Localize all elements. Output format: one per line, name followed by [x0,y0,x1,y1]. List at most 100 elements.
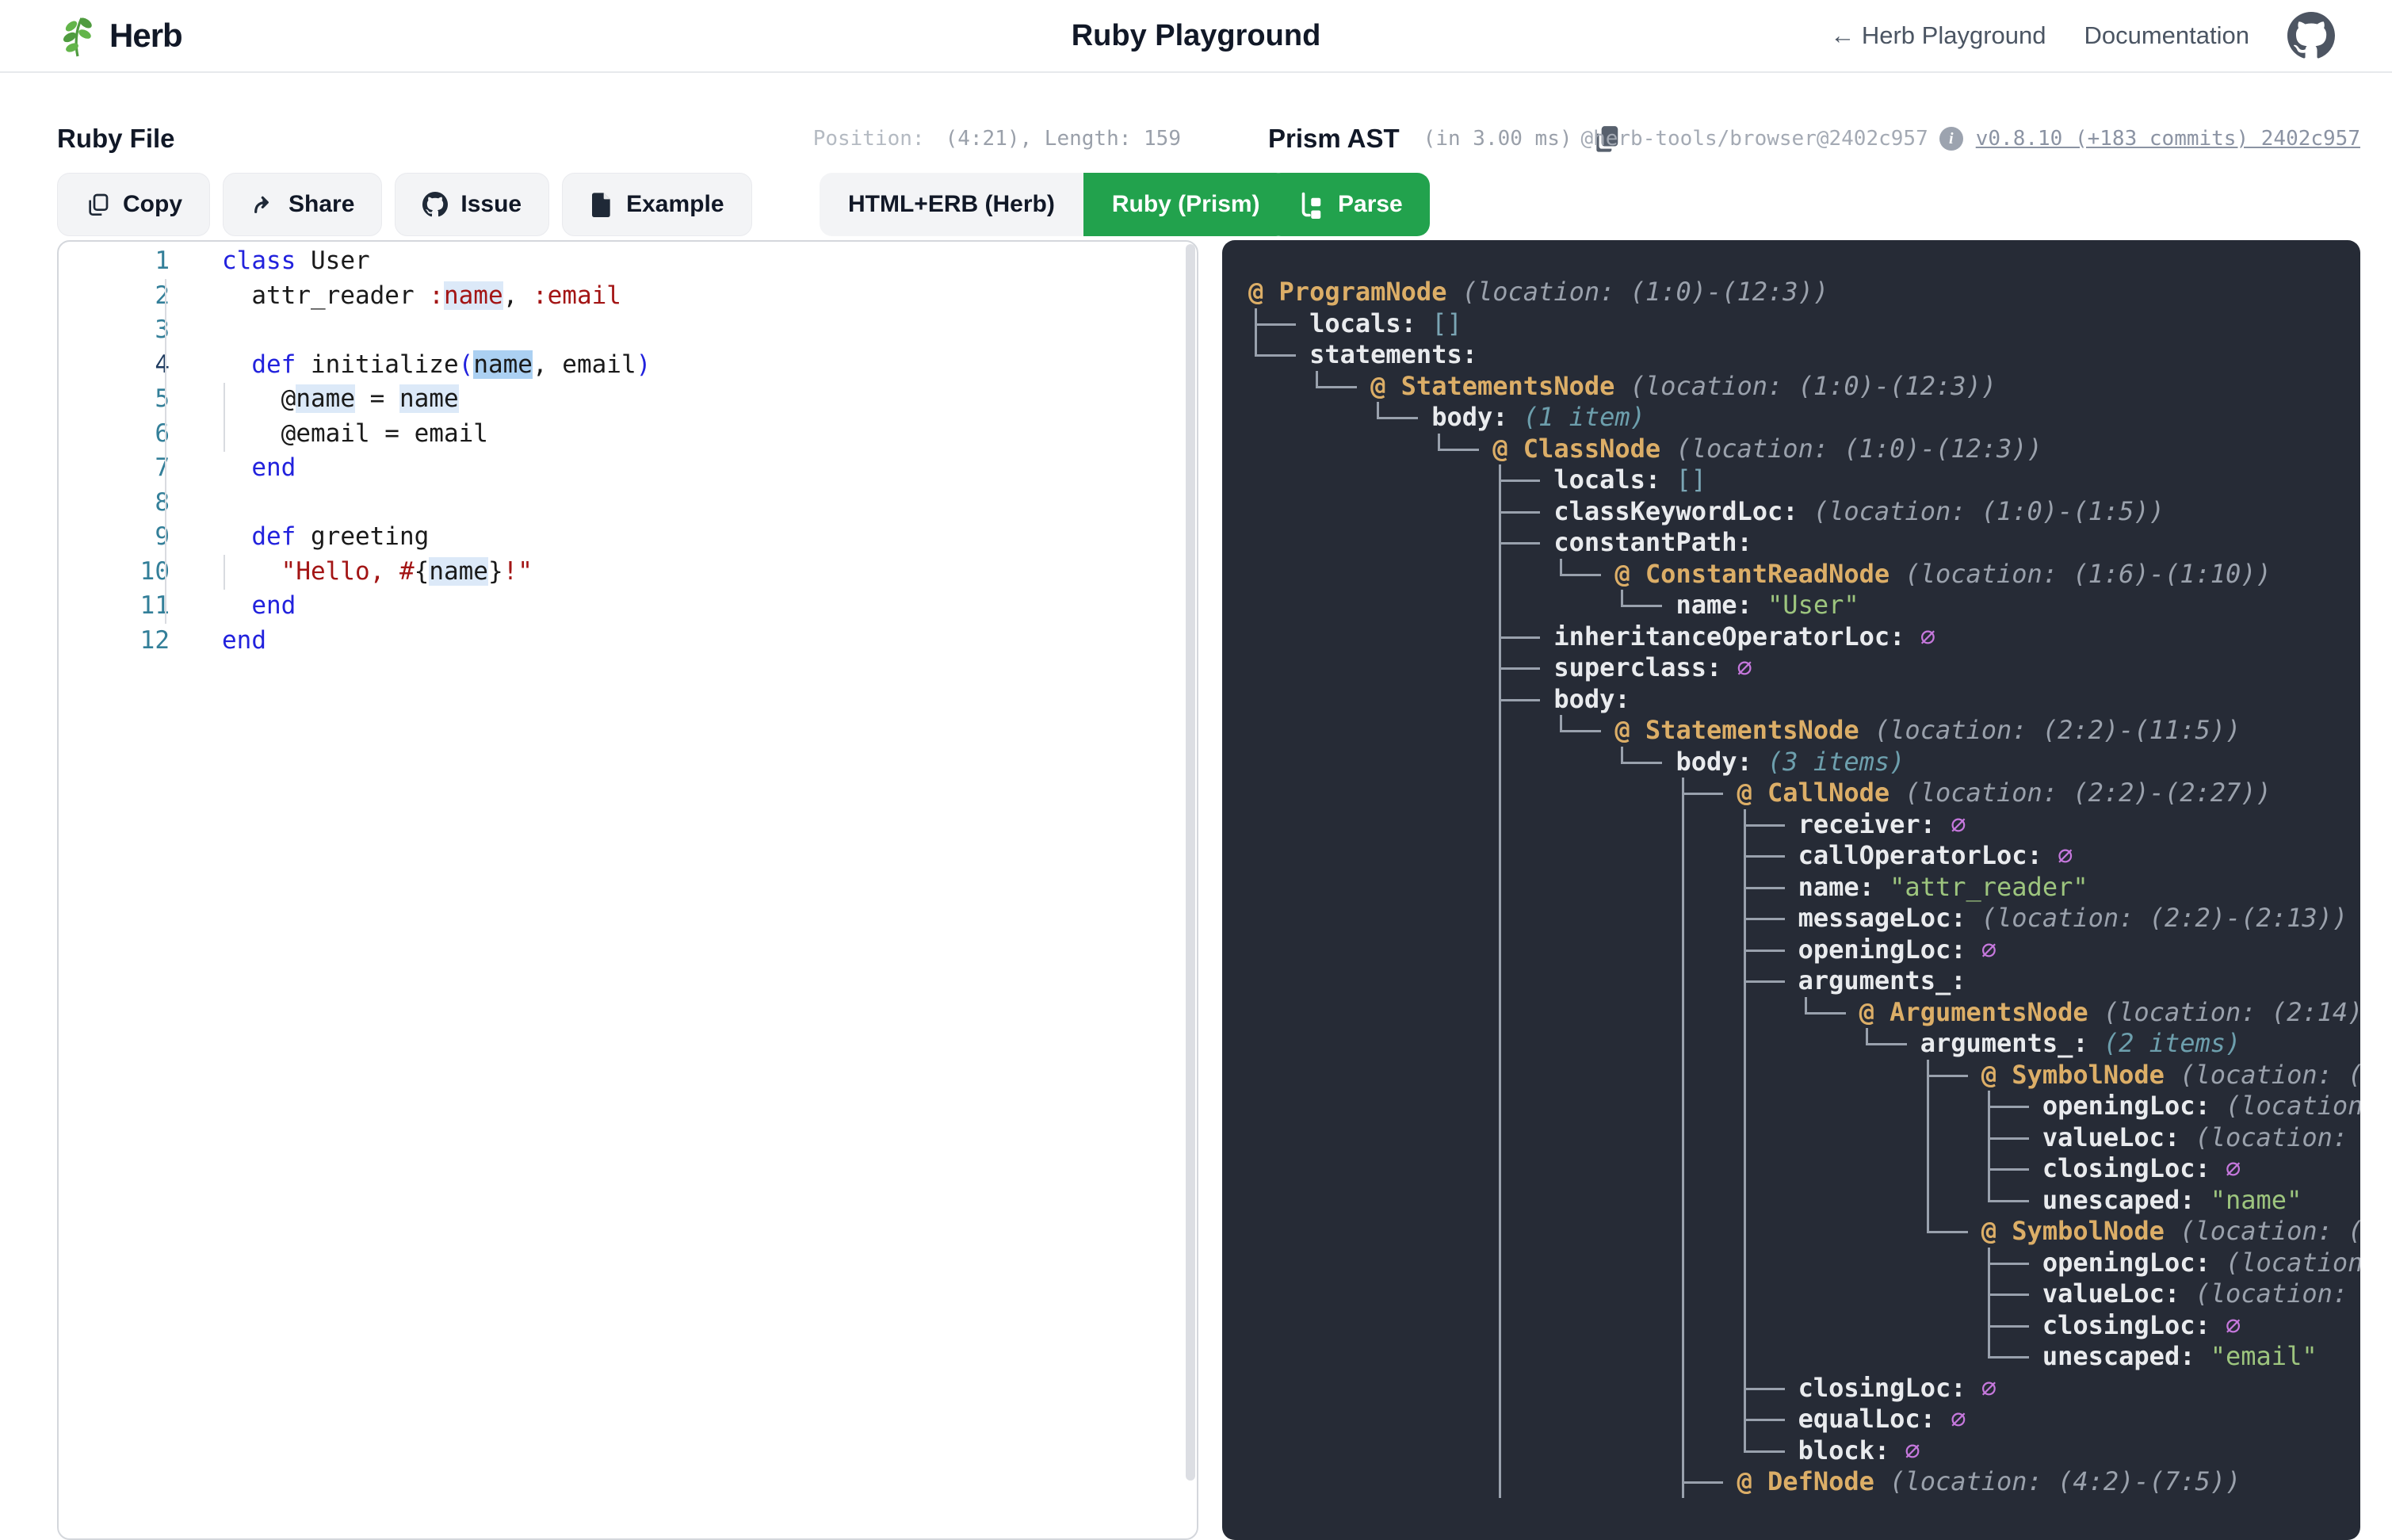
editor-scrollbar[interactable] [1186,244,1195,1481]
tree-guide [1553,965,1614,997]
tree-guide [1737,1185,1798,1217]
code-line[interactable]: 4 def initialize(name, email) [59,348,1197,383]
toggle-ruby-prism[interactable]: Ruby (Prism) [1083,173,1289,236]
tree-guide [1370,1341,1431,1373]
version-link[interactable]: v0.8.10 (+183 commits) 2402c957 [1976,127,2360,151]
indent-guide [224,383,225,452]
tree-guide [1248,715,1309,747]
tree-guide [1676,1091,1737,1122]
tree-guide [1492,1373,1553,1404]
code-line[interactable]: 11 end [59,589,1197,624]
tree-guide [1370,559,1431,590]
tree-guide [1309,1216,1370,1248]
tree-guide [1859,1153,1920,1185]
tree-guide [1370,1091,1431,1122]
ast-line: closingLoc: ∅ [1248,1373,2360,1404]
code-line[interactable]: 9 def greeting [59,520,1197,555]
toggle-html-erb[interactable]: HTML+ERB (Herb) [820,173,1083,236]
tree-guide [1309,1373,1370,1404]
tree-guide [1431,1466,1492,1498]
tree-guide [1492,715,1553,747]
tree-guide [1614,1185,1676,1217]
line-content: end [170,589,296,624]
tree-guide [1309,590,1370,621]
tree-guide [1981,1310,2042,1342]
tree-guide [1676,872,1737,904]
tree-guide [1737,1248,1798,1279]
tree-guide [1248,621,1309,653]
info-icon[interactable]: i [1939,127,1963,151]
tree-guide [1614,1060,1676,1091]
tree-guide [1737,1153,1798,1185]
documentation-link[interactable]: Documentation [2084,21,2249,50]
tree-guide [1431,1122,1492,1154]
code-line[interactable]: 1class User [59,244,1197,279]
tree-guide [1370,496,1431,528]
tree-guide [1370,1466,1431,1498]
tree-guide [1431,1028,1492,1060]
github-icon[interactable] [2287,12,2335,59]
tree-guide [1309,778,1370,809]
code-line[interactable]: 12end [59,624,1197,659]
ast-line: @ StatementsNode (location: (1:0)-(12:3)… [1248,371,2360,403]
tree-guide [1553,997,1614,1029]
code-line[interactable]: 2 attr_reader :name, :email [59,279,1197,314]
tree-guide [1431,684,1492,716]
back-to-playground-link[interactable]: ← Herb Playground [1830,21,2046,50]
ast-line: @ StatementsNode (location: (2:2)-(11:5)… [1248,715,2360,747]
parse-button[interactable]: Parse [1268,173,1430,236]
tree-guide [1614,809,1676,841]
code-line[interactable]: 8 [59,486,1197,521]
tree-guide [1248,308,1309,340]
tree-guide [1431,1153,1492,1185]
tree-guide [1309,747,1370,778]
tree-guide [1798,1060,1859,1091]
tree-guide [1737,809,1798,841]
tree-guide [1553,1341,1614,1373]
tree-guide [1370,1404,1431,1435]
tree-guide [1798,1122,1859,1154]
tree-guide [1553,590,1614,621]
tree-guide [1248,1216,1309,1248]
tree-guide [1370,621,1431,653]
tree-guide [1553,1278,1614,1310]
ast-line: body: (3 items) [1248,747,2360,778]
parse-tree-icon [1295,190,1324,219]
tree-guide [1309,1341,1370,1373]
tree-guide [1553,1248,1614,1279]
share-icon [250,192,276,217]
ast-line: closingLoc: ∅ [1248,1153,2360,1185]
code-line[interactable]: 10 "Hello, #{name}!" [59,555,1197,590]
issue-button[interactable]: Issue [395,173,549,236]
parser-toggle: HTML+ERB (Herb) Ruby (Prism) [820,173,1289,236]
ruby-editor-panel[interactable]: 1class User2 attr_reader :name, :email34… [57,240,1198,1540]
tree-guide [1920,1185,1981,1217]
ast-line: @ ClassNode (location: (1:0)-(12:3)) [1248,434,2360,465]
code-line[interactable]: 6 @email = email [59,417,1197,452]
tree-guide [1614,965,1676,997]
tree-guide [1492,934,1553,966]
code-line[interactable]: 3 [59,313,1197,348]
ast-tree: @ ProgramNode (location: (1:0)-(12:3))lo… [1222,240,2360,1498]
tree-guide [1859,1028,1920,1060]
tree-guide [1614,1404,1676,1435]
tree-guide [1492,621,1553,653]
example-button[interactable]: Example [562,173,751,236]
share-button[interactable]: Share [223,173,382,236]
tree-guide [1676,1310,1737,1342]
tree-guide [1309,715,1370,747]
tree-guide [1431,1278,1492,1310]
tree-guide [1492,1185,1553,1217]
copy-button[interactable]: Copy [57,173,210,236]
prism-ast-panel[interactable]: @ ProgramNode (location: (1:0)-(12:3))lo… [1222,240,2360,1540]
code-line[interactable]: 5 @name = name [59,382,1197,417]
tree-guide [1431,559,1492,590]
tree-guide [1553,778,1614,809]
tree-guide [1370,1185,1431,1217]
tree-guide [1370,590,1431,621]
code-area[interactable]: 1class User2 attr_reader :name, :email34… [59,242,1197,658]
line-content: end [170,624,266,659]
tree-guide [1370,1278,1431,1310]
tree-guide [1553,934,1614,966]
code-line[interactable]: 7 end [59,451,1197,486]
